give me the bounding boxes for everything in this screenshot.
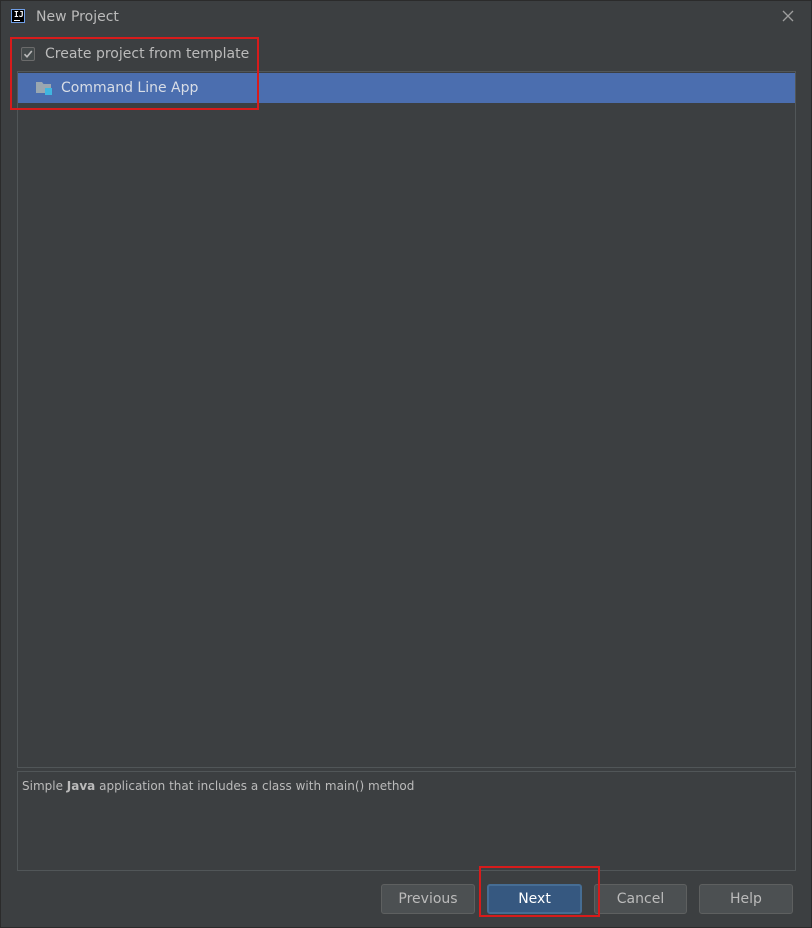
intellij-idea-icon: IJ (11, 9, 25, 23)
folder-module-icon (35, 79, 53, 97)
template-item-command-line-app[interactable]: Command Line App (18, 73, 795, 103)
new-project-dialog: IJ New Project Create project from templ… (0, 0, 812, 928)
cancel-button[interactable]: Cancel (594, 884, 687, 914)
template-description: Simple Java application that includes a … (17, 771, 796, 871)
dialog-title: New Project (36, 9, 119, 25)
checkmark-icon (23, 50, 33, 59)
template-list: Command Line App (17, 71, 796, 768)
help-button[interactable]: Help (699, 884, 793, 914)
close-button[interactable] (777, 5, 799, 27)
description-suffix: application that includes a class with m… (95, 779, 415, 793)
create-from-template-checkbox[interactable] (21, 47, 35, 61)
title-bar: IJ New Project (1, 1, 811, 33)
close-icon (782, 10, 794, 22)
create-from-template-row[interactable]: Create project from template (21, 44, 249, 64)
description-bold: Java (66, 779, 96, 793)
next-button[interactable]: Next (487, 884, 582, 914)
description-prefix: Simple (22, 779, 67, 793)
template-item-label: Command Line App (61, 80, 199, 96)
previous-button[interactable]: Previous (381, 884, 475, 914)
create-from-template-label: Create project from template (45, 46, 250, 62)
